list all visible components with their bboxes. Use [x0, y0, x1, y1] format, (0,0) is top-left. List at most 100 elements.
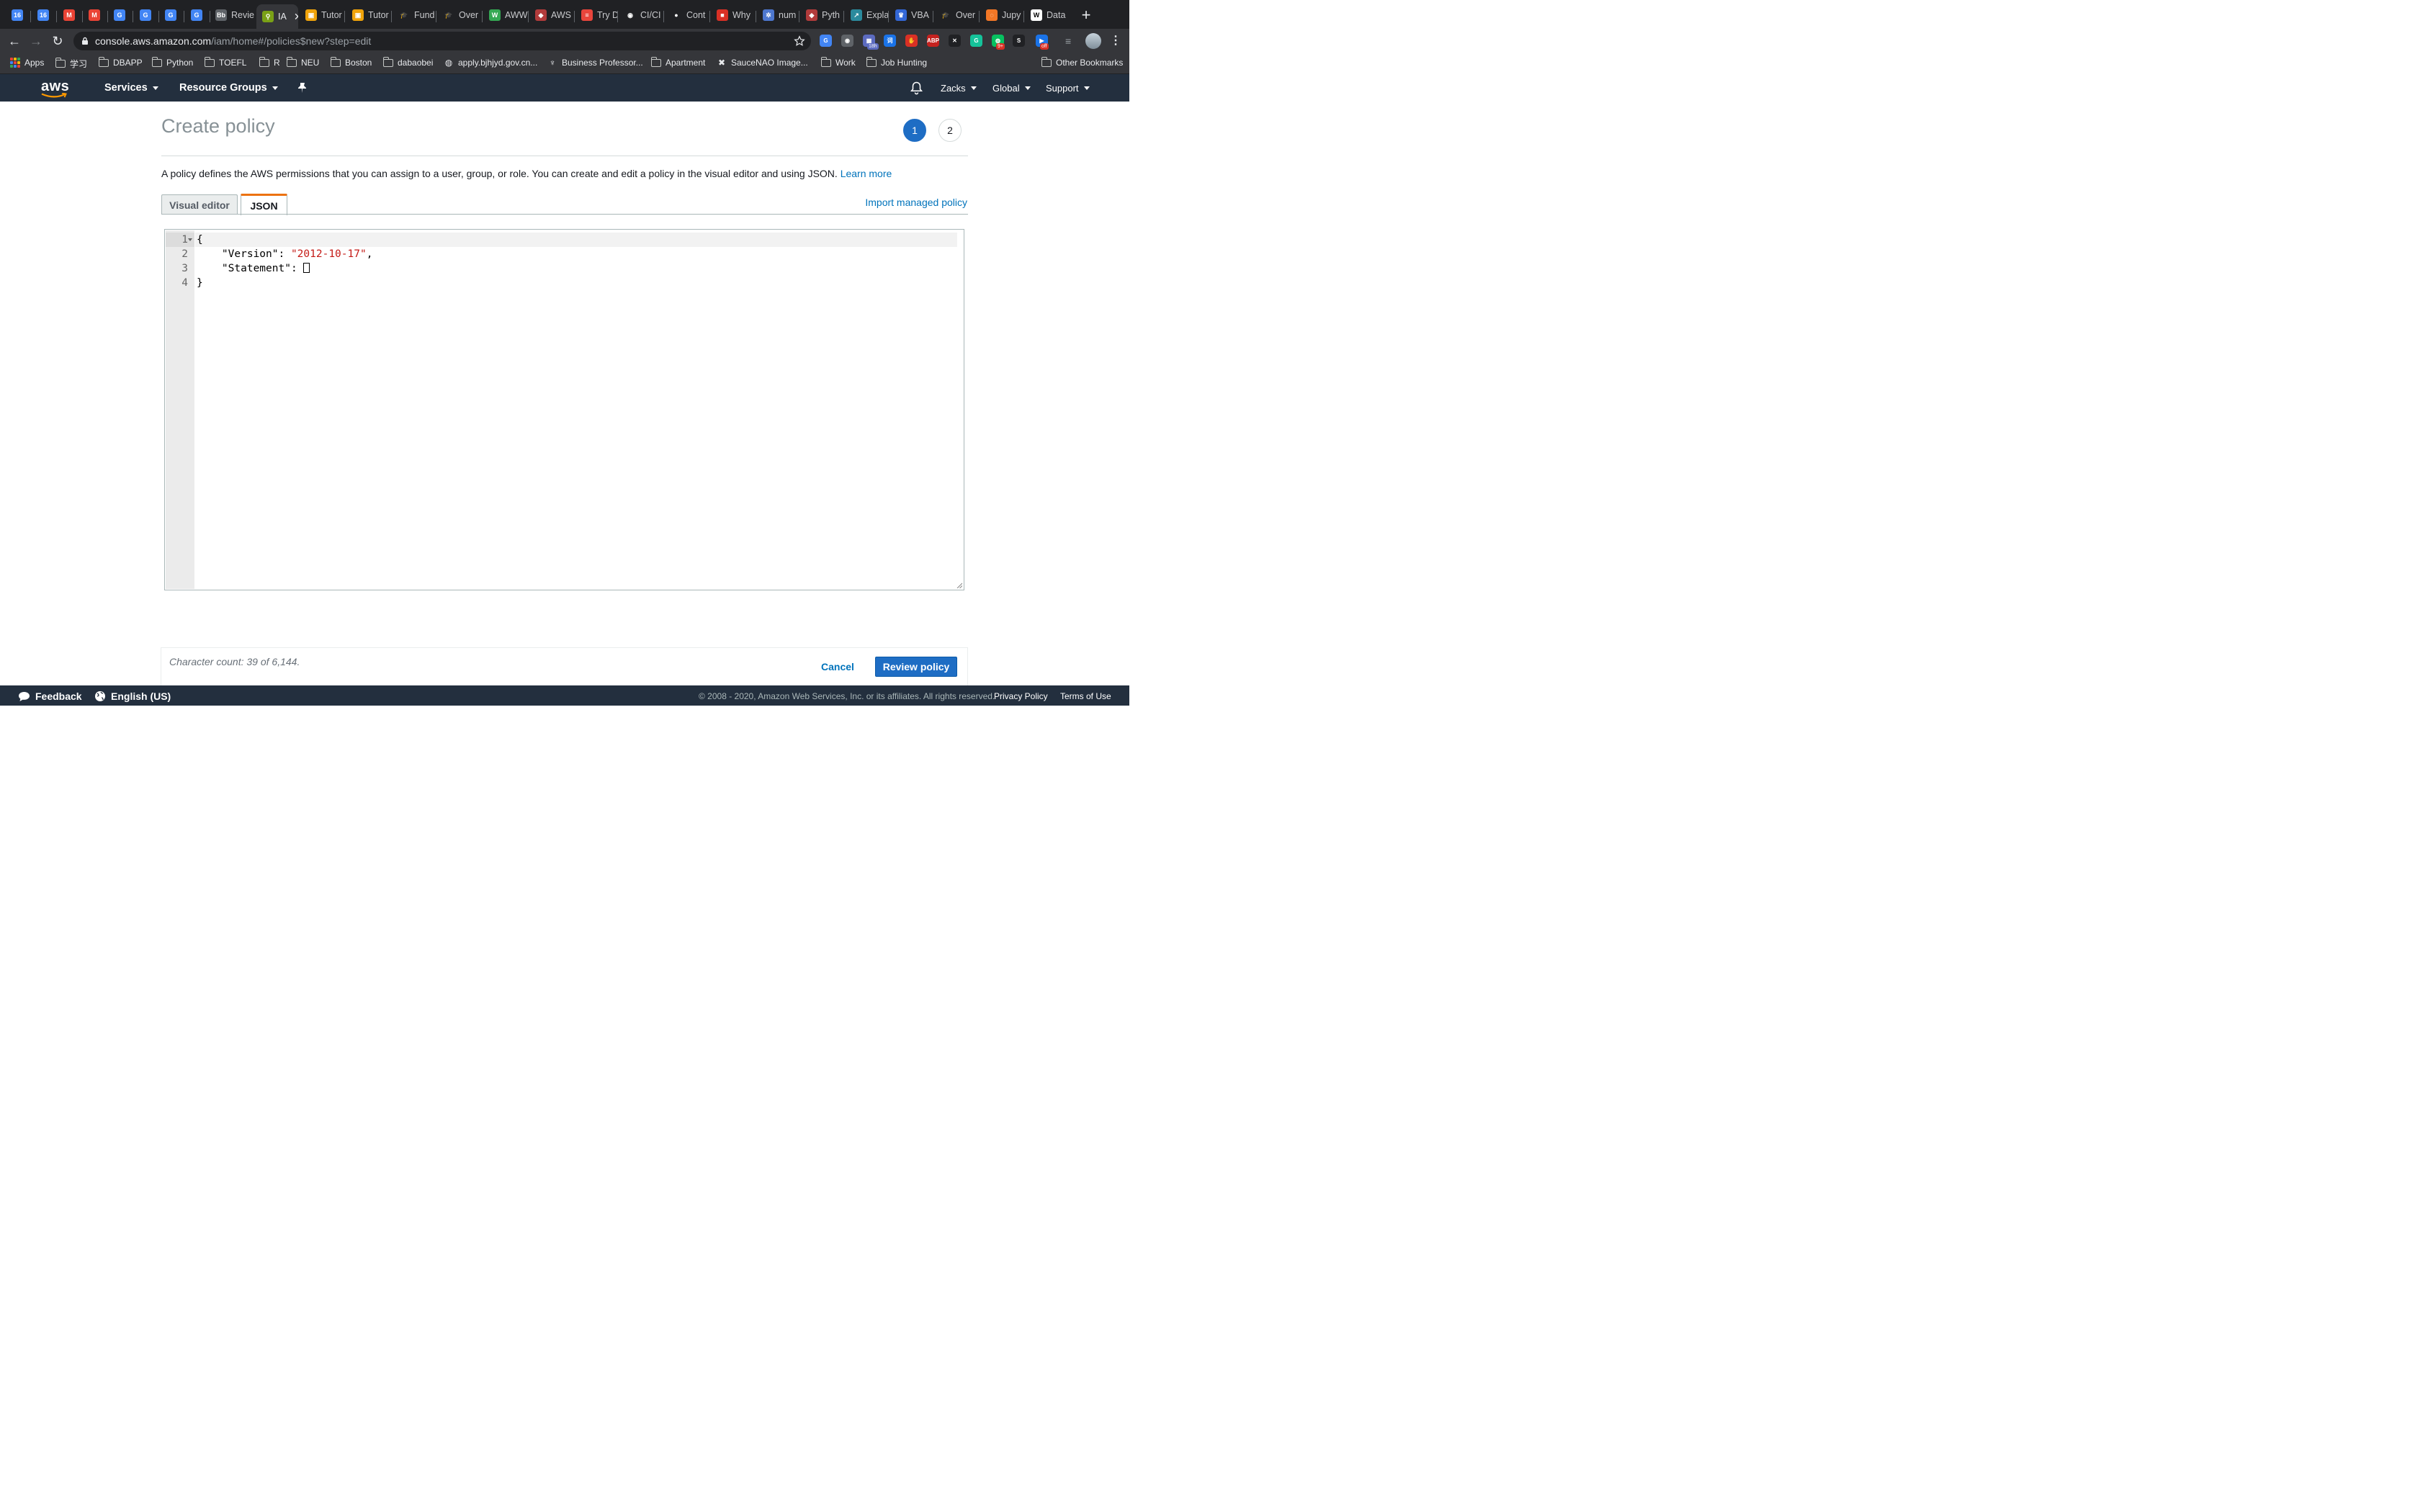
- bookmark-item[interactable]: Other Bookmarks: [1041, 56, 1123, 68]
- browser-tab[interactable]: ≡ Try D: [575, 4, 617, 26]
- bookmark-item[interactable]: ✖ SauceNAO Image...: [717, 58, 808, 68]
- browser-tab[interactable]: M: [58, 4, 82, 26]
- browser-tab[interactable]: ↗ Expla: [845, 4, 888, 26]
- bookmark-item[interactable]: Python: [151, 56, 194, 68]
- browser-tab[interactable]: ◌ Jupy: [980, 4, 1023, 26]
- browser-tab[interactable]: ▣ Tutor: [346, 4, 391, 26]
- terms-of-use-link[interactable]: Terms of Use: [1060, 691, 1111, 701]
- browser-tab[interactable]: 🎓 Over: [934, 4, 979, 26]
- browser-tab[interactable]: 🎓 Over: [437, 4, 482, 26]
- close-tab-icon[interactable]: ✕: [294, 11, 298, 23]
- reading-list-icon[interactable]: ≡: [1065, 35, 1071, 47]
- browser-tab[interactable]: ▣ Tutor: [300, 4, 344, 26]
- bookmark-item[interactable]: TOEFL: [204, 56, 246, 68]
- browser-tab[interactable]: 16: [32, 4, 56, 26]
- policy-description: A policy defines the AWS permissions tha…: [161, 168, 892, 179]
- x-ext-icon[interactable]: ✕: [949, 35, 961, 47]
- bookmark-item[interactable]: NEU: [286, 56, 319, 68]
- bookmark-item[interactable]: ♆ Business Professor...: [547, 58, 643, 68]
- bookmark-label: R: [274, 58, 280, 68]
- feedback-button[interactable]: Feedback: [18, 690, 82, 702]
- bookmark-item[interactable]: DBAPP: [98, 56, 143, 68]
- bookmark-label: apply.bjhjyd.gov.cn...: [458, 58, 538, 68]
- tab-title: VBA: [911, 10, 930, 20]
- browser-tab[interactable]: ■ Why: [711, 4, 756, 26]
- browser-tab[interactable]: G: [134, 4, 158, 26]
- bookmark-item[interactable]: ◍ apply.bjhjyd.gov.cn...: [444, 58, 538, 68]
- graduation-cap-icon: 🎓: [443, 9, 454, 21]
- tab-json[interactable]: JSON: [241, 194, 287, 215]
- notifications-bell-icon[interactable]: [910, 81, 923, 95]
- browser-tab[interactable]: W Data: [1025, 4, 1071, 26]
- adblock-ext-icon[interactable]: ABP: [927, 35, 939, 47]
- import-managed-policy-link[interactable]: Import managed policy: [865, 197, 967, 208]
- tab-title: Tutor: [321, 10, 342, 20]
- chevron-down-icon: [1024, 86, 1031, 90]
- translate-ext-icon[interactable]: G: [820, 35, 832, 47]
- stop-ext-icon[interactable]: ✋: [905, 35, 918, 47]
- privacy-policy-link[interactable]: Privacy Policy: [994, 691, 1048, 701]
- bookmark-star-icon[interactable]: [794, 35, 805, 47]
- graduation-cap-icon: 🎓: [940, 9, 951, 21]
- browser-tab[interactable]: M: [83, 4, 107, 26]
- learn-more-link[interactable]: Learn more: [841, 168, 892, 179]
- bookmark-item[interactable]: Work: [820, 56, 856, 68]
- review-policy-button[interactable]: Review policy: [875, 657, 957, 677]
- bookmark-label: Python: [166, 58, 194, 68]
- tab-visual-editor[interactable]: Visual editor: [161, 194, 238, 215]
- grammarly-ext-icon[interactable]: G: [970, 35, 982, 47]
- bookmark-item[interactable]: Apartment: [650, 56, 705, 68]
- bookmark-item[interactable]: Boston: [330, 56, 372, 68]
- browser-toolbar: ← → ↻ console.aws.amazon.com/iam/home#/p…: [0, 29, 1129, 53]
- reload-icon[interactable]: ↻: [48, 32, 67, 50]
- aws-logo[interactable]: aws: [40, 77, 69, 99]
- page-title: Create policy: [161, 115, 275, 137]
- address-bar[interactable]: console.aws.amazon.com/iam/home#/policie…: [73, 32, 811, 50]
- bookmark-label: DBAPP: [113, 58, 143, 68]
- browser-tab[interactable]: 16: [6, 4, 30, 26]
- support-menu[interactable]: Support: [1046, 83, 1090, 94]
- region-menu[interactable]: Global: [992, 83, 1031, 94]
- browser-tab[interactable]: W AWW: [483, 4, 528, 26]
- calendar-icon: 16: [37, 9, 49, 21]
- location-ext-icon[interactable]: ◉: [841, 35, 853, 47]
- resource-groups-menu[interactable]: Resource Groups: [179, 82, 278, 94]
- extension-badge: 9+: [996, 43, 1005, 50]
- w-icon: W: [489, 9, 501, 21]
- browser-tab[interactable]: ◉ CI/CI: [619, 4, 663, 26]
- browser-tab[interactable]: ⚲ IA ✕: [256, 4, 298, 29]
- language-selector[interactable]: English (US): [94, 690, 171, 702]
- resize-handle-icon[interactable]: [956, 582, 962, 588]
- json-editor[interactable]: 1 2 3 4 { "Version": "2012-10-17", "Stat…: [164, 229, 964, 590]
- pin-icon[interactable]: [297, 82, 308, 94]
- bookmark-item[interactable]: dabaobei: [382, 56, 433, 68]
- cancel-button[interactable]: Cancel: [821, 661, 854, 672]
- browser-tab[interactable]: ✲ num: [757, 4, 799, 26]
- browser-menu-icon[interactable]: ⋮: [1110, 33, 1121, 48]
- browser-tab[interactable]: G: [108, 4, 133, 26]
- services-menu[interactable]: Services: [104, 82, 158, 94]
- account-menu[interactable]: Zacks: [941, 83, 977, 94]
- browser-tab[interactable]: Bb Revie: [210, 4, 254, 26]
- browser-tab[interactable]: G: [159, 4, 184, 26]
- fold-arrow-icon[interactable]: [188, 238, 192, 241]
- back-icon[interactable]: ←: [5, 32, 24, 50]
- dictionary-ext-icon[interactable]: 词: [884, 35, 896, 47]
- folder-icon: [382, 56, 393, 67]
- bookmark-item[interactable]: 学习: [55, 58, 87, 70]
- browser-tab[interactable]: ◆ AWS: [529, 4, 574, 26]
- profile-avatar[interactable]: [1085, 33, 1101, 49]
- browser-tab[interactable]: ● Cont: [665, 4, 709, 26]
- bookmark-apps[interactable]: Apps: [10, 58, 44, 68]
- shot-ext-icon[interactable]: S: [1013, 35, 1025, 47]
- browser-tab[interactable]: ♛ VBA: [889, 4, 933, 26]
- browser-tab[interactable]: ◆ Pyth: [800, 4, 843, 26]
- forward-icon[interactable]: →: [27, 32, 45, 50]
- saucenao-icon: ✖: [717, 58, 726, 68]
- bookmark-item[interactable]: Job Hunting: [866, 56, 927, 68]
- new-tab-button[interactable]: +: [1078, 6, 1094, 24]
- step-indicator-1: 1: [903, 119, 926, 142]
- browser-tab[interactable]: 🎓 Fund: [393, 4, 436, 26]
- browser-tab[interactable]: G: [185, 4, 210, 26]
- bookmark-item[interactable]: R: [259, 56, 280, 68]
